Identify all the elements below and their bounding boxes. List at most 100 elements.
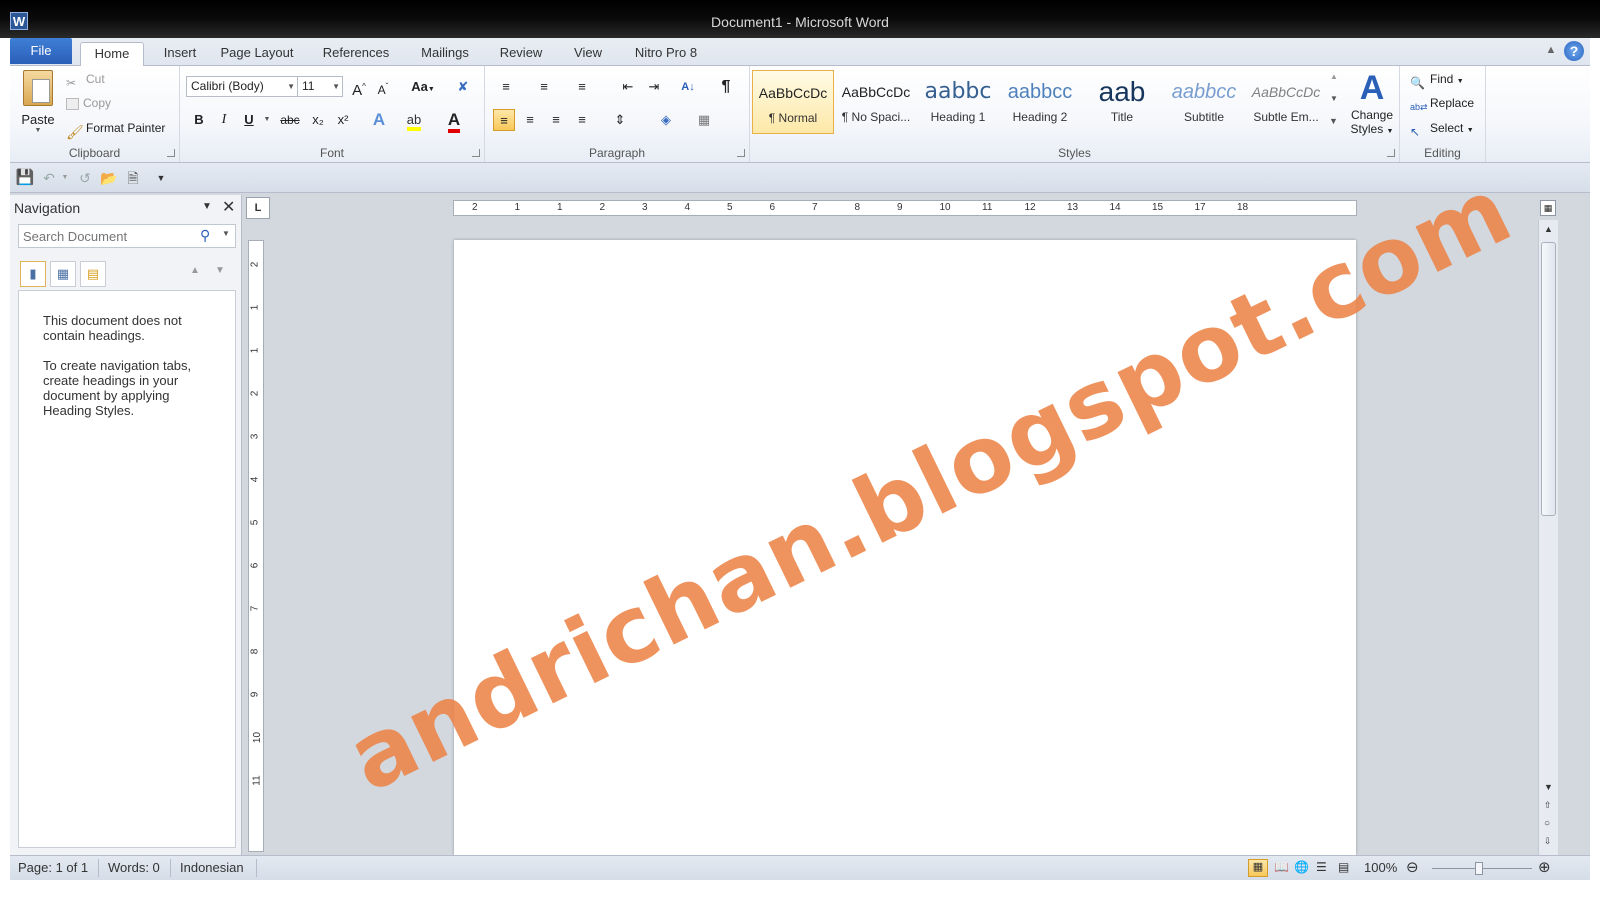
justify-icon[interactable]: ≡ [571, 109, 593, 131]
help-icon[interactable]: ? [1564, 41, 1584, 61]
paste-button[interactable]: Paste ▼ [16, 68, 60, 140]
scrollbar-thumb[interactable] [1541, 242, 1556, 516]
text-effects-icon[interactable]: A [368, 109, 390, 131]
tab-page-layout[interactable]: Page Layout [214, 42, 300, 66]
zoom-out-icon[interactable]: ⊖ [1406, 858, 1419, 876]
browse-headings-tab[interactable]: ▮ [20, 261, 46, 287]
tab-nitro-pro[interactable]: Nitro Pro 8 [624, 42, 708, 66]
language-indicator[interactable]: Indonesian [180, 860, 244, 875]
customize-toolbar-icon[interactable]: ▼ [150, 167, 172, 189]
draft-view-icon[interactable]: ▤ [1338, 860, 1349, 874]
style-heading-2[interactable]: aabbcc Heading 2 [999, 70, 1081, 134]
outline-view-icon[interactable]: ☰ [1316, 860, 1327, 874]
style-title[interactable]: aab Title [1081, 70, 1163, 134]
tab-insert[interactable]: Insert [152, 42, 208, 66]
minimize-ribbon-icon[interactable]: ▲ [1544, 44, 1558, 58]
chevron-down-icon[interactable]: ▼ [332, 77, 340, 96]
font-name-combo[interactable]: Calibri (Body) ▼ [186, 76, 298, 97]
gallery-scroll-down-icon[interactable]: ▼ [1330, 94, 1338, 103]
chevron-down-icon[interactable]: ▼ [256, 109, 278, 131]
numbering-icon[interactable]: ≡ [533, 76, 555, 98]
vertical-scrollbar[interactable]: ▲ ▼ ⇧ ○ ⇩ [1538, 220, 1558, 855]
format-painter-button[interactable]: 🖌 Format Painter [66, 117, 165, 140]
borders-icon[interactable]: ▦ [693, 109, 715, 131]
style-subtle-emphasis[interactable]: AaBbCcDc Subtle Em... [1245, 70, 1327, 134]
copy-button[interactable]: Copy [66, 92, 111, 114]
change-styles-button[interactable]: A Change Styles ▼ [1344, 68, 1400, 142]
style-subtitle[interactable]: aabbcc Subtitle [1163, 70, 1245, 134]
tab-references[interactable]: References [314, 42, 398, 66]
style-normal[interactable]: AaBbCcDc ¶ Normal [752, 70, 834, 134]
tab-home[interactable]: Home [80, 42, 144, 66]
browse-pages-tab[interactable]: ▦ [50, 261, 76, 287]
full-screen-reading-icon[interactable]: 📖 [1274, 860, 1289, 874]
chevron-down-icon[interactable]: ▼ [287, 77, 295, 96]
horizontal-ruler[interactable]: 2 1 1 2 3 4 5 6 7 8 9 10 11 12 13 14 15 17 18 [453, 200, 1357, 216]
chevron-down-icon[interactable]: ▼ [222, 229, 230, 238]
browse-results-tab[interactable]: ▤ [80, 261, 106, 287]
save-icon[interactable]: 💾 [14, 167, 36, 189]
chevron-down-icon[interactable]: ▼ [54, 167, 76, 189]
highlight-color-icon[interactable]: ab [403, 109, 425, 131]
font-launcher-icon[interactable] [472, 149, 480, 157]
zoom-level[interactable]: 100% [1364, 860, 1397, 875]
subscript-button[interactable]: x₂ [307, 109, 329, 131]
show-formatting-button[interactable]: ¶ [715, 76, 737, 98]
print-layout-view-icon[interactable]: ▦ [1248, 859, 1268, 877]
redo-icon[interactable]: ↺ [74, 167, 96, 189]
search-icon[interactable]: ⚲ [200, 227, 210, 244]
decrease-indent-icon[interactable]: ⇤ [617, 76, 639, 98]
view-ruler-icon[interactable]: ▦ [1540, 200, 1556, 216]
align-right-icon[interactable]: ≡ [545, 109, 567, 131]
page-count[interactable]: Page: 1 of 1 [18, 860, 88, 875]
gallery-more-icon[interactable]: ▼ [1329, 116, 1338, 126]
paragraph-launcher-icon[interactable] [737, 149, 745, 157]
change-case-button[interactable]: Aa▼ [408, 76, 438, 98]
chevron-down-icon[interactable]: ▼ [202, 201, 212, 212]
style-no-spacing[interactable]: AaBbCcDc ¶ No Spaci... [835, 70, 917, 134]
tab-mailings[interactable]: Mailings [410, 42, 480, 66]
cut-button[interactable]: ✂ Cut [66, 68, 105, 90]
previous-page-icon[interactable]: ⇧ [1544, 800, 1552, 811]
document-page[interactable] [454, 240, 1356, 855]
font-color-icon[interactable]: A [443, 109, 465, 133]
align-left-icon[interactable]: ≡ [493, 109, 515, 131]
grow-font-icon[interactable]: A^ [348, 76, 370, 99]
tab-review[interactable]: Review [490, 42, 552, 66]
next-page-icon[interactable]: ⇩ [1544, 836, 1552, 847]
gallery-scroll-up-icon[interactable]: ▲ [1330, 72, 1338, 81]
bullets-icon[interactable]: ≡ [495, 76, 517, 98]
scroll-down-icon[interactable]: ▼ [1544, 782, 1553, 792]
shading-icon[interactable]: ◈ [655, 109, 677, 131]
superscript-button[interactable]: x² [332, 109, 354, 131]
bold-button[interactable]: B [188, 109, 210, 131]
multilevel-list-icon[interactable]: ≡ [571, 76, 593, 98]
replace-button[interactable]: ab⇄ Replace [1410, 92, 1474, 114]
find-button[interactable]: 🔍 Find ▼ [1410, 68, 1464, 90]
vertical-ruler[interactable]: 2 1 1 2 3 4 5 6 7 8 9 10 11 [248, 240, 264, 852]
tab-view[interactable]: View [562, 42, 614, 66]
clear-formatting-icon[interactable]: ✘ [452, 76, 474, 98]
increase-indent-icon[interactable]: ⇥ [643, 76, 665, 98]
sort-icon[interactable]: A↓ [677, 76, 699, 98]
zoom-slider-thumb[interactable] [1475, 862, 1483, 875]
select-browse-object-icon[interactable]: ○ [1544, 818, 1550, 829]
close-icon[interactable]: ✕ [222, 197, 235, 217]
select-button[interactable]: ↖ Select ▼ [1410, 117, 1474, 139]
scroll-up-icon[interactable]: ▲ [1544, 224, 1553, 234]
new-document-icon[interactable]: 🗎 [122, 167, 144, 189]
web-layout-icon[interactable]: 🌐 [1294, 860, 1309, 874]
tab-file[interactable]: File [10, 38, 72, 64]
styles-launcher-icon[interactable] [1387, 149, 1395, 157]
open-folder-icon[interactable]: 📂 [98, 167, 120, 189]
strikethrough-button[interactable]: abc [276, 109, 304, 131]
word-count[interactable]: Words: 0 [108, 860, 160, 875]
clipboard-launcher-icon[interactable] [167, 149, 175, 157]
align-center-icon[interactable]: ≡ [519, 109, 541, 131]
shrink-font-icon[interactable]: Aˇ [372, 76, 394, 98]
font-size-combo[interactable]: 11 ▼ [297, 76, 343, 97]
next-heading-icon[interactable]: ▼ [215, 265, 225, 276]
italic-button[interactable]: I [213, 109, 235, 131]
line-spacing-icon[interactable]: ⇕ [609, 109, 631, 131]
previous-heading-icon[interactable]: ▲ [190, 265, 200, 276]
